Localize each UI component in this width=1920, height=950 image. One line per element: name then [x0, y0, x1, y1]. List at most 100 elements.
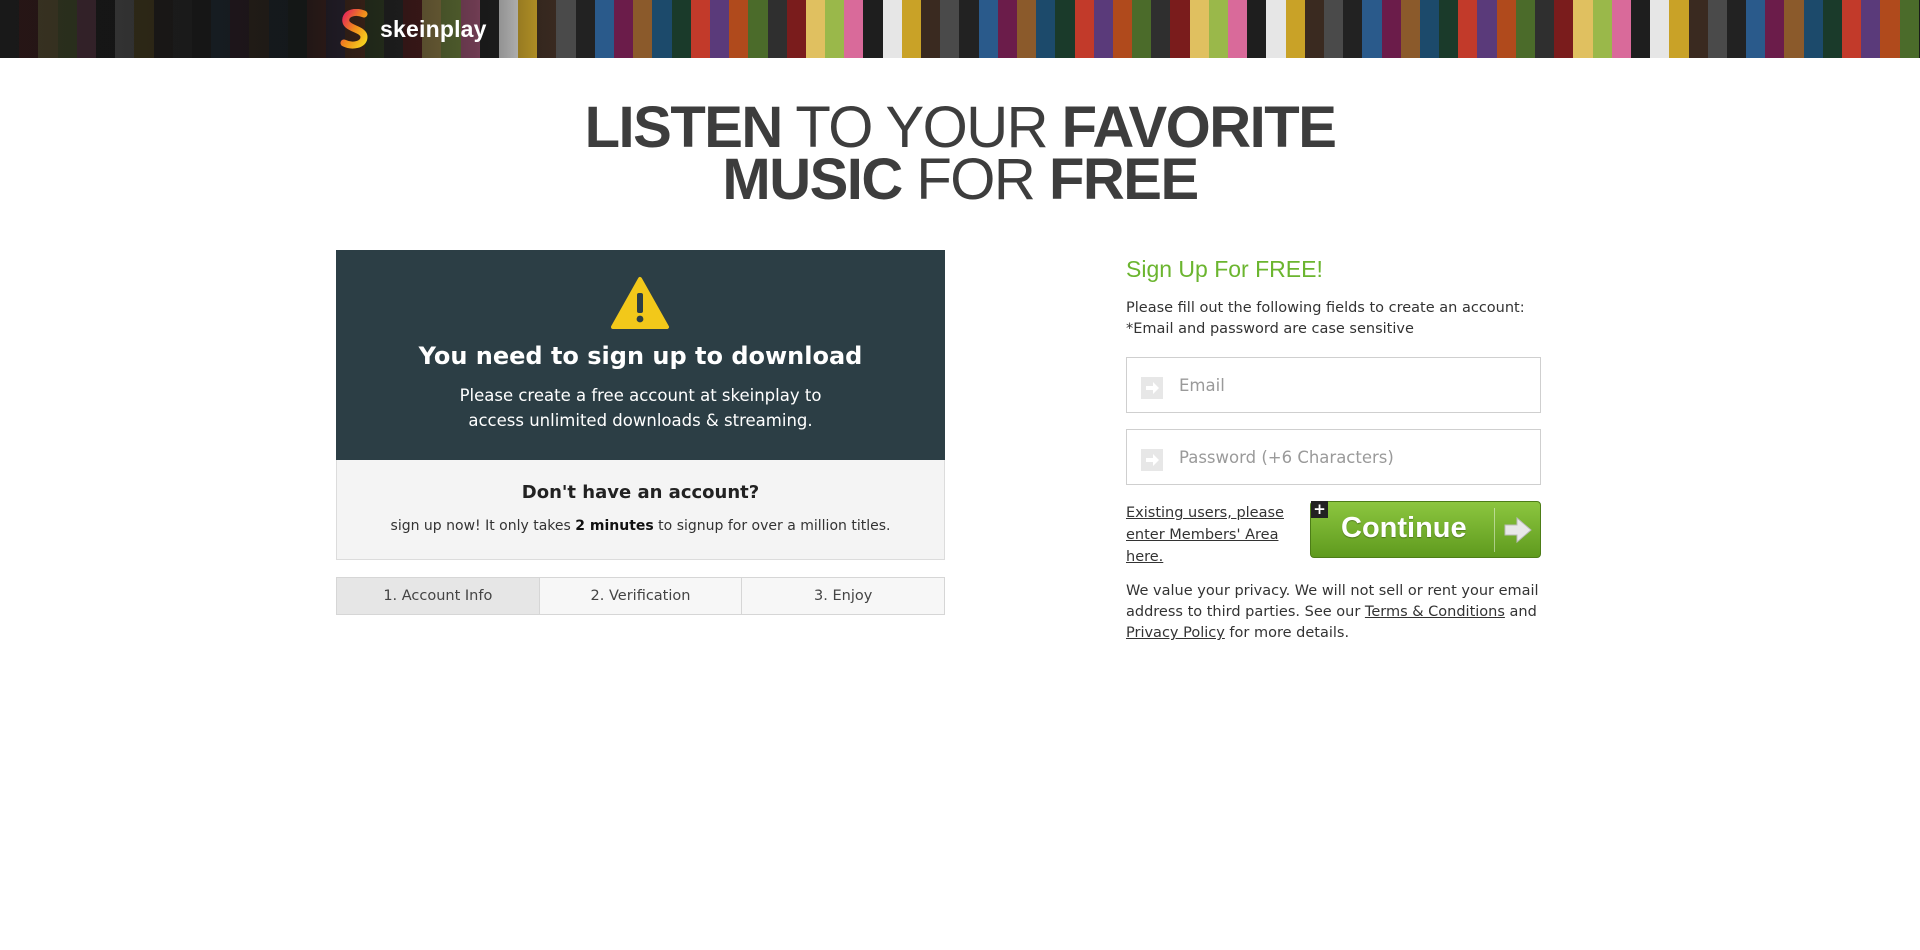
album-cover-tile [1132, 19, 1152, 39]
album-cover-tile [1285, 38, 1305, 58]
header-banner: skeinplay [0, 0, 1920, 58]
album-cover-tile [1055, 0, 1075, 20]
album-cover-tile [709, 19, 730, 39]
album-cover-tile [1496, 19, 1516, 39]
album-cover-tile [1592, 19, 1612, 39]
no-account-text: sign up now! It only takes 2 minutes to … [390, 518, 891, 534]
album-cover-tile [1707, 19, 1727, 39]
step-enjoy: 3. Enjoy [742, 578, 945, 614]
album-cover-tile [1726, 19, 1747, 39]
album-cover-tile [1573, 19, 1593, 39]
album-cover-tile [1343, 38, 1363, 58]
album-cover-tile [940, 38, 960, 58]
album-cover-tile [1381, 38, 1401, 58]
album-cover-tile [1899, 19, 1919, 39]
album-cover-tile [921, 38, 941, 58]
email-input[interactable] [1179, 358, 1534, 412]
album-cover-tile [1515, 19, 1535, 39]
album-cover-tile [825, 0, 845, 20]
album-cover-tile [921, 19, 941, 39]
album-cover-tile [1304, 38, 1324, 58]
album-cover-tile [1400, 19, 1420, 39]
album-cover-tile [863, 19, 883, 39]
album-cover-tile [978, 19, 998, 39]
album-cover-tile [1247, 38, 1267, 58]
album-cover-tile [978, 0, 998, 20]
album-cover-tile [1592, 38, 1612, 58]
album-cover-tile [863, 38, 883, 58]
album-cover-tile [1592, 0, 1612, 20]
album-cover-tile [1822, 19, 1842, 39]
album-cover-tile [1132, 0, 1152, 20]
album-cover-tile [1151, 0, 1171, 20]
album-cover-tile [1400, 38, 1420, 58]
album-cover-tile [671, 38, 691, 58]
album-cover-tile [940, 19, 960, 39]
album-cover-tile [1650, 38, 1670, 58]
album-cover-tile [1093, 0, 1113, 20]
album-cover-tile [1036, 38, 1056, 58]
album-cover-tile [1208, 0, 1228, 20]
album-cover-tile [997, 38, 1017, 58]
album-cover-tile [1515, 38, 1535, 58]
email-field[interactable] [1126, 357, 1541, 413]
password-input[interactable] [1179, 430, 1534, 484]
notice-title: You need to sign up to download [418, 342, 863, 370]
album-cover-tile [1247, 0, 1267, 20]
album-cover-tile [1016, 0, 1037, 20]
terms-link[interactable]: Terms & Conditions [1365, 604, 1505, 620]
album-cover-tile [1323, 0, 1344, 20]
album-cover-tile [671, 19, 691, 39]
arrow-right-icon [1504, 516, 1532, 544]
album-cover-tile [1650, 0, 1670, 20]
album-cover-tile [594, 38, 614, 58]
album-cover-tile [1093, 19, 1113, 39]
page-headline: LISTEN TO YOUR FAVORITE MUSIC FOR FREE [0, 99, 1920, 212]
album-cover-tile [1419, 38, 1440, 58]
album-cover-tile [978, 38, 998, 58]
album-cover-tile [1112, 0, 1133, 20]
album-cover-tile [1323, 19, 1344, 39]
album-cover-tile [1726, 0, 1747, 20]
album-cover-tile [690, 38, 710, 58]
album-cover-tile [1880, 19, 1900, 39]
album-cover-tile [1515, 0, 1535, 20]
album-cover-tile [1170, 38, 1190, 58]
album-cover-tile [825, 19, 845, 39]
album-cover-tile [1362, 38, 1382, 58]
arrow-icon [1141, 377, 1163, 399]
album-cover-tile [1016, 19, 1037, 39]
password-field[interactable] [1126, 429, 1541, 485]
album-cover-tile [652, 19, 672, 39]
album-cover-tile [652, 38, 672, 58]
continue-button[interactable]: Continue [1310, 501, 1541, 558]
album-cover-tile [1746, 19, 1766, 39]
privacy-policy-link[interactable]: Privacy Policy [1126, 625, 1225, 641]
album-cover-tile [594, 0, 614, 20]
album-cover-tile [1861, 19, 1881, 39]
album-cover-tile [1151, 38, 1171, 58]
album-cover-tile [1746, 0, 1766, 20]
album-cover-tile [1477, 19, 1497, 39]
album-cover-tile [959, 0, 979, 20]
album-cover-tile [748, 38, 768, 58]
album-cover-tile [1016, 38, 1037, 58]
album-cover-tile [1611, 0, 1631, 20]
album-cover-tile [1669, 0, 1689, 20]
album-cover-tile [1477, 0, 1497, 20]
album-cover-tile [633, 38, 653, 58]
album-cover-tile [748, 19, 768, 39]
album-cover-tile [709, 0, 730, 20]
album-cover-tile [1362, 0, 1382, 20]
album-cover-tile [1669, 19, 1689, 39]
album-cover-tile [1304, 19, 1324, 39]
album-cover-tile [959, 19, 979, 39]
album-cover-tile [614, 19, 634, 39]
site-logo[interactable]: skeinplay [340, 8, 487, 50]
headline-line-2: MUSIC FOR FREE [722, 147, 1199, 212]
members-area-link[interactable]: Existing users, please enter Members' Ar… [1126, 502, 1316, 568]
album-cover-tile [729, 19, 749, 39]
album-cover-tile [1784, 38, 1804, 58]
album-cover-tile [863, 0, 883, 20]
album-cover-tile [690, 19, 710, 39]
